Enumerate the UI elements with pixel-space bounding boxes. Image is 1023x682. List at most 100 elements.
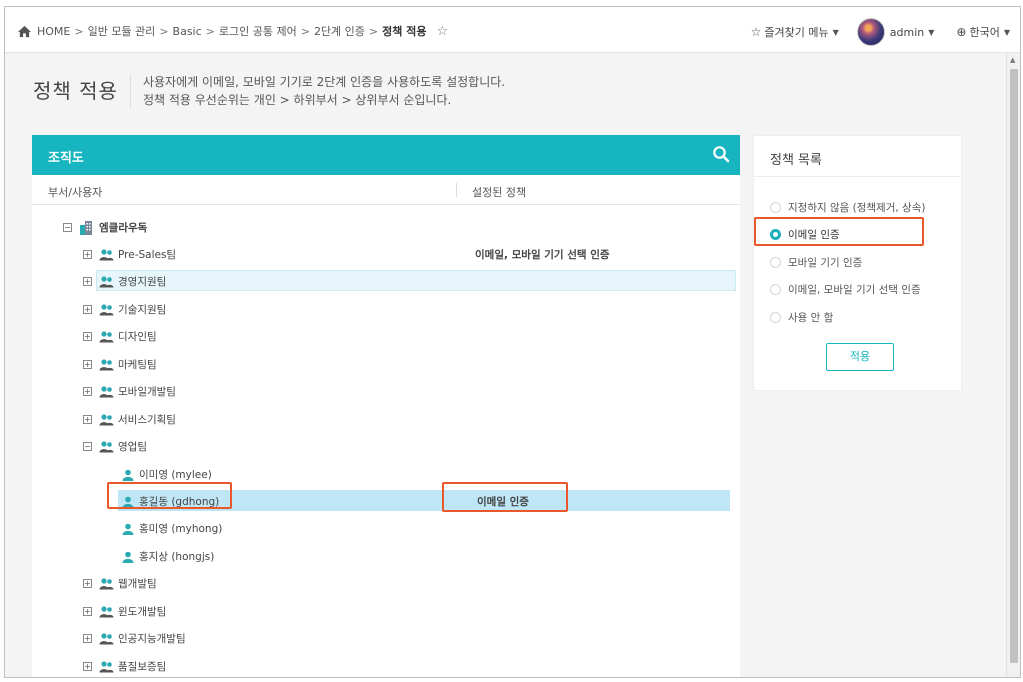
expand-icon[interactable]: + bbox=[83, 579, 92, 588]
top-bar: HOME > 일반 모듈 관리 > Basic > 로그인 공통 제어 > 2단… bbox=[5, 7, 1020, 53]
radio-button[interactable] bbox=[770, 257, 781, 268]
vertical-scrollbar[interactable]: ▲ bbox=[1006, 53, 1020, 677]
row-highlight bbox=[96, 270, 736, 291]
breadcrumb-general-module[interactable]: 일반 모듈 관리 bbox=[88, 23, 156, 39]
org-column-header: 부서/사용자 설정된 정책 bbox=[32, 175, 740, 205]
breadcrumb-basic[interactable]: Basic bbox=[173, 25, 202, 38]
group-icon bbox=[99, 661, 114, 673]
favorites-menu[interactable]: ☆ 즐겨찾기 메뉴 ▼ bbox=[751, 24, 839, 40]
tree-group-row[interactable]: + 윈도개발팀 bbox=[32, 598, 740, 625]
tree-node-label: 서비스기획팀 bbox=[118, 414, 176, 426]
tree-user-row[interactable]: 홍미영 (myhong) bbox=[32, 515, 740, 542]
tree-group-row[interactable]: + 경영지원팀 bbox=[32, 268, 740, 295]
page-description-line: 사용자에게 이메일, 모바일 기기로 2단계 인증을 사용하도록 설정합니다. bbox=[142, 75, 506, 89]
expand-icon[interactable]: + bbox=[83, 332, 92, 341]
tree-group-row[interactable]: + 인공지능개발팀 bbox=[32, 625, 740, 652]
expand-icon[interactable]: + bbox=[83, 250, 92, 259]
tree-node-label: 경영지원팀 bbox=[118, 276, 167, 288]
breadcrumb-two-factor[interactable]: 2단계 인증 bbox=[314, 23, 365, 39]
tree-node-label: 이미영 (mylee) bbox=[139, 469, 212, 481]
breadcrumb-home[interactable]: HOME bbox=[37, 25, 70, 38]
caret-down-icon: ▼ bbox=[928, 27, 935, 37]
group-icon bbox=[99, 414, 114, 426]
tree-group-row[interactable]: + 서비스기획팀 bbox=[32, 406, 740, 433]
highlight-box-option bbox=[754, 217, 924, 246]
group-icon bbox=[99, 578, 114, 590]
breadcrumb: HOME > 일반 모듈 관리 > Basic > 로그인 공통 제어 > 2단… bbox=[17, 23, 448, 39]
breadcrumb-separator: > bbox=[74, 24, 84, 38]
breadcrumb-separator: > bbox=[159, 24, 169, 38]
star-icon[interactable]: ☆ bbox=[436, 24, 448, 39]
tree-group-row[interactable]: + Pre-Sales팀 이메일, 모바일 기기 선택 인증 bbox=[32, 241, 740, 268]
avatar[interactable] bbox=[856, 18, 885, 46]
home-icon[interactable] bbox=[17, 25, 32, 38]
group-icon bbox=[99, 249, 114, 261]
language-menu[interactable]: ⊕ 한국어 ▼ bbox=[956, 24, 1010, 40]
radio-button[interactable] bbox=[770, 284, 781, 295]
tree-node-label: 디자인팀 bbox=[118, 331, 157, 343]
tree-group-row[interactable]: + 디자인팀 bbox=[32, 323, 740, 350]
language-label: 한국어 bbox=[969, 26, 1000, 39]
tree-group-row[interactable]: + 기술지원팀 bbox=[32, 296, 740, 323]
policy-option-label: 모바일 기기 인증 bbox=[788, 257, 863, 269]
expand-icon[interactable]: + bbox=[83, 305, 92, 314]
policy-option-label: 사용 안 함 bbox=[788, 312, 834, 324]
group-icon bbox=[99, 276, 114, 288]
policy-list-panel: 정책 목록 지정하지 않음 (정책제거, 상속) 이메일 인증 모바일 기기 인… bbox=[753, 135, 962, 391]
collapse-icon[interactable]: − bbox=[83, 442, 92, 451]
tree-group-row[interactable]: + 마케팅팀 bbox=[32, 351, 740, 378]
breadcrumb-current: 정책 적용 bbox=[382, 25, 427, 38]
expand-icon[interactable]: + bbox=[83, 634, 92, 643]
apply-button[interactable]: 적용 bbox=[826, 343, 894, 371]
expand-icon[interactable]: + bbox=[83, 277, 92, 286]
tree-group-row[interactable]: + 웹개발팀 bbox=[32, 570, 740, 597]
highlight-box-user bbox=[107, 482, 232, 509]
expand-icon[interactable]: + bbox=[83, 607, 92, 616]
group-icon bbox=[99, 331, 114, 343]
tree-user-row[interactable]: 홍지상 (hongjs) bbox=[32, 543, 740, 570]
column-policy: 설정된 정책 bbox=[472, 186, 527, 199]
tree-group-row[interactable]: + 품질보증팀 bbox=[32, 653, 740, 677]
breadcrumb-separator: > bbox=[368, 24, 379, 38]
user-menu[interactable]: admin ▼ bbox=[856, 18, 935, 46]
expand-icon[interactable]: + bbox=[83, 415, 92, 424]
tree-node-label: 기술지원팀 bbox=[118, 304, 167, 316]
expand-icon[interactable]: + bbox=[83, 662, 92, 671]
scroll-up-icon[interactable]: ▲ bbox=[1010, 56, 1015, 64]
tree-node-label: 홍지상 (hongjs) bbox=[139, 551, 215, 563]
policy-option-mobile[interactable]: 모바일 기기 인증 bbox=[770, 255, 862, 270]
scrollbar-thumb[interactable] bbox=[1010, 69, 1018, 663]
org-chart-panel: 조직도 부서/사용자 설정된 정책 − 엠클라우독 + Pre-Sales팀 이… bbox=[32, 135, 740, 677]
building-icon bbox=[80, 221, 92, 235]
group-icon bbox=[99, 304, 114, 316]
org-chart-title: 조직도 bbox=[48, 151, 84, 166]
policy-option-email-or-mobile[interactable]: 이메일, 모바일 기기 선택 인증 bbox=[770, 282, 921, 297]
group-icon bbox=[99, 633, 114, 645]
radio-button[interactable] bbox=[770, 312, 781, 323]
group-icon bbox=[99, 359, 114, 371]
star-outline-icon: ☆ bbox=[750, 25, 762, 39]
breadcrumb-separator: > bbox=[205, 24, 215, 38]
tree-group-row[interactable]: + 모바일개발팀 bbox=[32, 378, 740, 405]
expand-icon[interactable]: + bbox=[83, 360, 92, 369]
page-title: 정책 적용 bbox=[33, 74, 131, 108]
policy-option-label: 이메일, 모바일 기기 선택 인증 bbox=[788, 284, 921, 296]
user-name: admin bbox=[889, 25, 925, 39]
policy-option-none[interactable]: 지정하지 않음 (정책제거, 상속) bbox=[770, 200, 925, 215]
tree-group-row[interactable]: − 영업팀 bbox=[32, 433, 740, 460]
page-heading: 정책 적용 사용자에게 이메일, 모바일 기기로 2단계 인증을 사용하도록 설… bbox=[33, 73, 505, 109]
tree-root-row[interactable]: − 엠클라우독 bbox=[32, 214, 740, 241]
policy-option-disabled[interactable]: 사용 안 함 bbox=[770, 310, 833, 325]
column-divider bbox=[456, 183, 457, 197]
search-icon[interactable] bbox=[712, 145, 730, 163]
column-dept-user: 부서/사용자 bbox=[48, 186, 103, 199]
collapse-icon[interactable]: − bbox=[63, 223, 72, 232]
page-description: 사용자에게 이메일, 모바일 기기로 2단계 인증을 사용하도록 설정합니다. … bbox=[143, 73, 505, 109]
radio-button[interactable] bbox=[770, 202, 781, 213]
tree-node-label: 인공지능개발팀 bbox=[118, 633, 186, 645]
tree-node-label: 모바일개발팀 bbox=[118, 386, 176, 398]
expand-icon[interactable]: + bbox=[83, 387, 92, 396]
breadcrumb-login-control[interactable]: 로그인 공통 제어 bbox=[219, 23, 297, 39]
breadcrumb-separator: > bbox=[300, 24, 310, 38]
group-icon bbox=[99, 441, 114, 453]
